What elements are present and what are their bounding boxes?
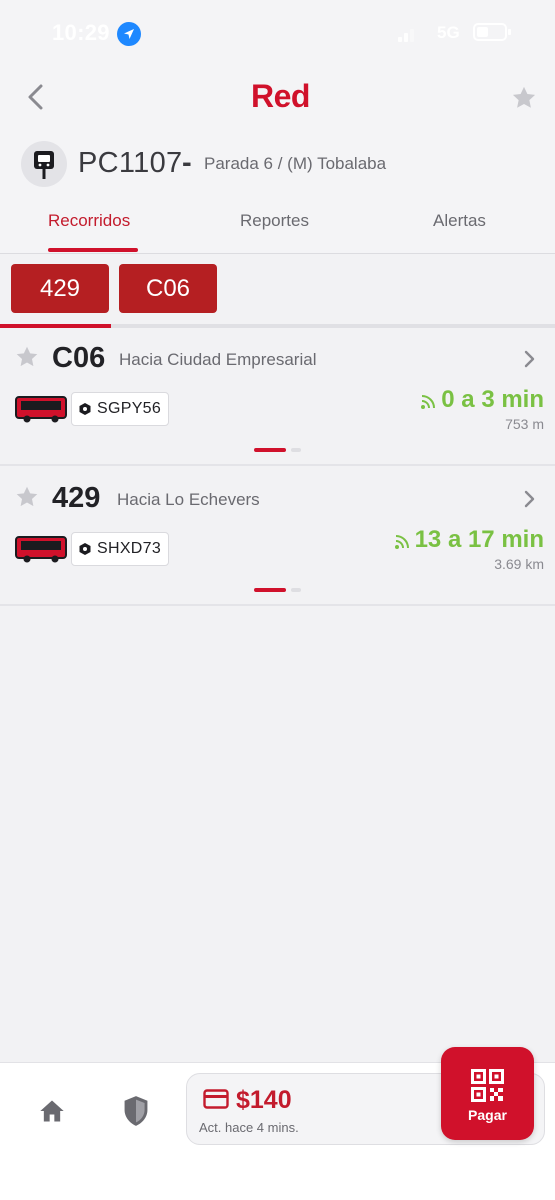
shield-icon[interactable] bbox=[122, 1095, 150, 1132]
star-icon[interactable] bbox=[510, 84, 538, 117]
route-filter-chips: 429 C06 bbox=[0, 254, 555, 326]
plate-number: SGPY56 bbox=[97, 400, 162, 417]
route-chip-429[interactable]: 429 bbox=[11, 264, 109, 313]
route-card-429[interactable]: 429 Hacia Lo Echevers SHXD73 13 a 17 min… bbox=[0, 470, 555, 606]
eta: 13 a 17 min bbox=[394, 526, 544, 554]
home-icon[interactable] bbox=[38, 1097, 66, 1130]
active-tab-indicator bbox=[48, 248, 138, 252]
balance-amount: $140 bbox=[236, 1086, 292, 1114]
qr-code-icon bbox=[471, 1069, 504, 1102]
star-icon[interactable] bbox=[14, 484, 40, 515]
tab-recorridos[interactable]: Recorridos bbox=[48, 211, 130, 231]
card-pager bbox=[254, 448, 302, 452]
bus-stop-icon bbox=[21, 141, 67, 187]
stop-info: PC1107 - Parada 6 / (M) Tobalaba bbox=[0, 139, 555, 189]
route-chip-c06[interactable]: C06 bbox=[119, 264, 217, 313]
realtime-signal-icon bbox=[421, 395, 436, 409]
route-number: 429 bbox=[52, 482, 101, 514]
eta-time: 0 a 3 min bbox=[441, 386, 544, 413]
plate-number: SHXD73 bbox=[97, 540, 162, 557]
chips-scroll-indicator bbox=[0, 324, 555, 328]
credit-card-icon bbox=[203, 1089, 229, 1114]
status-bar: 10:29 5G bbox=[0, 0, 555, 64]
route-destination: Hacia Ciudad Empresarial bbox=[119, 350, 317, 369]
star-icon[interactable] bbox=[14, 344, 40, 375]
realtime-signal-icon bbox=[394, 535, 409, 549]
license-plate: SHXD73 bbox=[71, 532, 170, 566]
stop-code: PC1107 bbox=[78, 147, 183, 179]
balance-updated: Act. hace 4 mins. bbox=[199, 1120, 299, 1135]
bus-icon bbox=[15, 536, 67, 569]
pay-button[interactable]: Pagar bbox=[441, 1047, 534, 1140]
route-number: C06 bbox=[52, 342, 106, 374]
tab-alertas[interactable]: Alertas bbox=[433, 211, 486, 231]
eta-time: 13 a 17 min bbox=[414, 526, 544, 553]
plate-badge-icon bbox=[79, 543, 91, 555]
tab-bar: Recorridos Reportes Alertas bbox=[0, 204, 555, 254]
stop-separator: - bbox=[182, 147, 192, 179]
pay-label: Pagar bbox=[468, 1107, 507, 1123]
tab-reportes[interactable]: Reportes bbox=[240, 211, 309, 231]
bus-distance: 753 m bbox=[505, 416, 544, 432]
route-destination: Hacia Lo Echevers bbox=[117, 490, 260, 509]
plate-badge-icon bbox=[79, 403, 91, 415]
app-logo: Red bbox=[251, 78, 310, 114]
header: Red PC1107 - Parada 6 / (M) Tobalaba Rec… bbox=[0, 64, 555, 254]
license-plate: SGPY56 bbox=[71, 392, 170, 426]
signal-icon bbox=[398, 26, 418, 42]
chevron-right-icon[interactable] bbox=[522, 350, 536, 373]
stop-name: Parada 6 / (M) Tobalaba bbox=[204, 154, 387, 173]
route-card-c06[interactable]: C06 Hacia Ciudad Empresarial SGPY56 0 a … bbox=[0, 330, 555, 466]
status-time: 10:29 bbox=[52, 20, 110, 45]
battery-icon bbox=[473, 23, 511, 41]
eta: 0 a 3 min bbox=[420, 386, 544, 414]
chevron-right-icon[interactable] bbox=[522, 490, 536, 513]
card-pager bbox=[254, 588, 302, 592]
bus-distance: 3.69 km bbox=[494, 556, 544, 572]
bus-icon bbox=[15, 396, 67, 429]
network-type: 5G bbox=[437, 23, 460, 42]
location-arrow-icon bbox=[117, 22, 141, 46]
chevron-left-icon[interactable] bbox=[22, 82, 50, 117]
